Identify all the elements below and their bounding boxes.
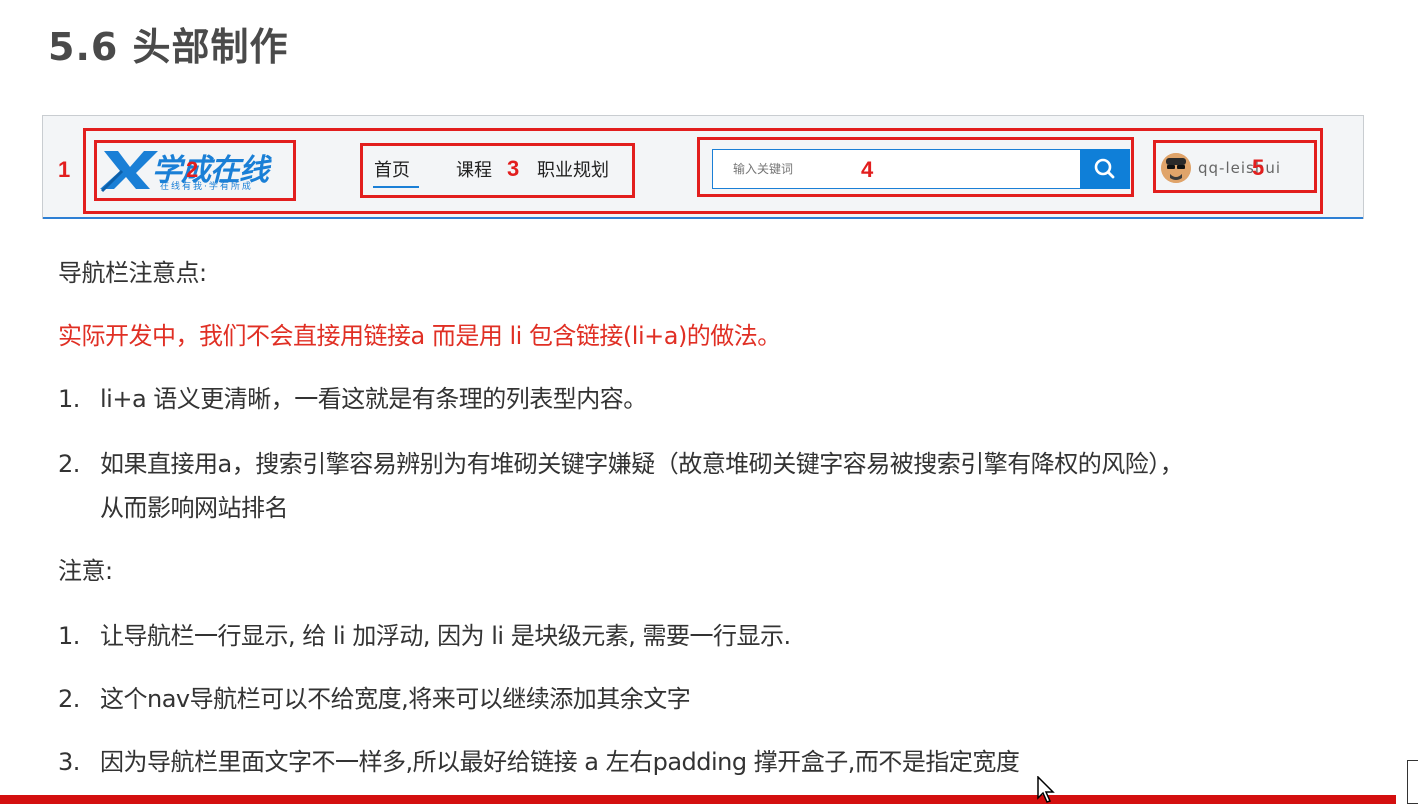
side-panel-edge	[1407, 760, 1418, 804]
list-item: 2. 这个nav导航栏可以不给宽度,将来可以继续添加其余文字	[58, 679, 691, 714]
list-number: 1.	[58, 622, 80, 650]
mouse-cursor-icon	[1037, 776, 1055, 803]
list-item: 3. 因为导航栏里面文字不一样多,所以最好给链接 a 左右padding 撑开盒子…	[58, 742, 1020, 777]
highlight-note: 实际开发中，我们不会直接用链接a 而是用 li 包含链接(li+a)的做法。	[58, 322, 781, 350]
progress-bar[interactable]	[0, 795, 1396, 804]
list-number: 1.	[58, 385, 80, 413]
list-text: 这个nav导航栏可以不给宽度,将来可以继续添加其余文字	[100, 685, 691, 713]
list-number: 3.	[58, 748, 80, 776]
nav-notes-title: 导航栏注意点:	[58, 259, 207, 287]
page-title: 5.6 头部制作	[48, 25, 289, 69]
header-bottom-line	[43, 217, 1363, 219]
list-item: 2. 如果直接用a，搜索引擎容易辨别为有堆砌关键字嫌疑（故意堆砌关键字容易被搜索引…	[58, 444, 1184, 479]
list-number: 2.	[58, 450, 80, 478]
annotation-box-5	[1153, 140, 1317, 193]
notice-title: 注意:	[58, 557, 113, 585]
list-item: 1. li+a 语义更清晰，一看这就是有条理的列表型内容。	[58, 379, 647, 414]
marker-5: 5	[1252, 155, 1265, 180]
annotation-box-3	[360, 143, 635, 198]
marker-4: 4	[861, 157, 874, 182]
list-number: 2.	[58, 685, 80, 713]
marker-2: 2	[186, 157, 199, 182]
list-text-continued: 从而影响网站排名	[100, 494, 289, 522]
list-text: 让导航栏一行显示, 给 li 加浮动, 因为 li 是块级元素, 需要一行显示.	[100, 622, 791, 650]
marker-1: 1	[58, 157, 71, 182]
list-text: li+a 语义更清晰，一看这就是有条理的列表型内容。	[100, 385, 647, 413]
annotation-box-4	[697, 137, 1134, 197]
list-text: 因为导航栏里面文字不一样多,所以最好给链接 a 左右padding 撑开盒子,而…	[100, 748, 1020, 776]
list-item: 1. 让导航栏一行显示, 给 li 加浮动, 因为 li 是块级元素, 需要一行显…	[58, 616, 791, 651]
list-text: 如果直接用a，搜索引擎容易辨别为有堆砌关键字嫌疑（故意堆砌关键字容易被搜索引擎有…	[100, 450, 1184, 478]
marker-3: 3	[507, 156, 520, 181]
